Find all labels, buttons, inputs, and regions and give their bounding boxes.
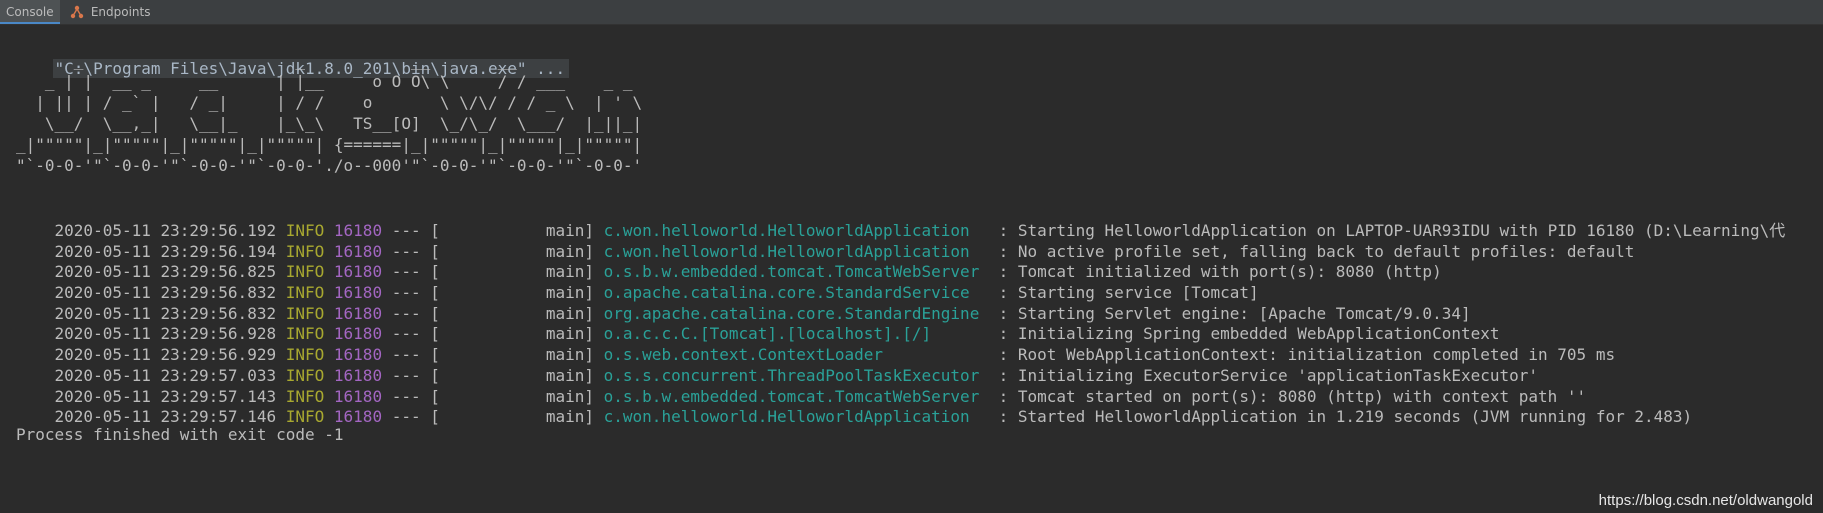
log-thread: --- [ main] [382, 407, 604, 426]
exit-message: Process finished with exit code -1 [16, 425, 344, 444]
endpoints-icon [70, 3, 84, 19]
log-line: 2020-05-11 23:29:57.146 INFO 16180 --- [… [16, 381, 1693, 426]
tool-window-tabbar: Console Endpoints [0, 0, 1823, 25]
banner-line: "`-0-0-'"`-0-0-'"`-0-0-'"`-0-0-'./o--000… [16, 156, 643, 175]
log-logger-link[interactable]: c.won.helloworld.HelloworldApplication [604, 407, 989, 426]
watermark: https://blog.csdn.net/oldwangold [1598, 492, 1813, 509]
console-output[interactable]: "C:\Program Files\Java\jdk1.8.0_201\bin\… [0, 26, 1823, 513]
tab-endpoints-label: Endpoints [90, 5, 151, 19]
tab-endpoints[interactable]: Endpoints [64, 0, 157, 24]
tab-console-label: Console [6, 5, 54, 19]
tab-console[interactable]: Console [0, 0, 60, 24]
log-message: : Started HelloworldApplication in 1.219… [988, 407, 1693, 426]
